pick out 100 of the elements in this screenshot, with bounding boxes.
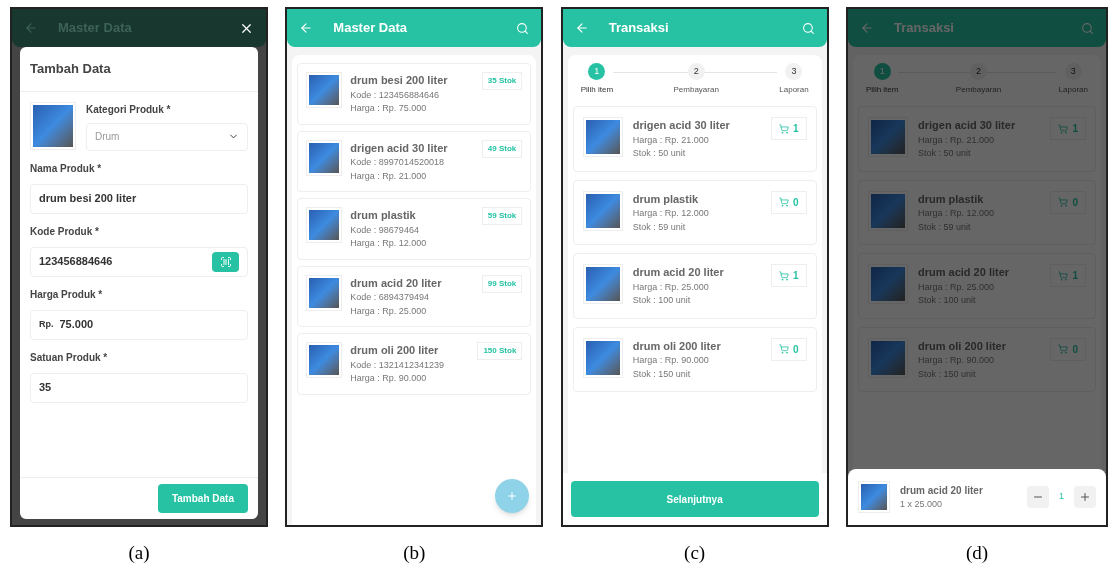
photo-placeholder [309,75,340,105]
photo-placeholder [309,142,340,173]
photo-placeholder [309,210,340,240]
cart-count-button[interactable]: 1 [771,117,807,140]
cart-count-button[interactable]: 1 [771,264,807,287]
product-code: Kode : 123456884646 [350,88,440,102]
cart-count-button[interactable]: 0 [771,190,807,214]
photo-placeholder [33,104,73,147]
field-value: 123456884646 [39,254,114,270]
back-icon[interactable] [574,21,589,35]
screen-title: Master Data [333,19,409,38]
step-label: Pembayaran [955,84,1002,96]
figure-caption: (d) [965,541,989,565]
input-field[interactable]: Rp. 75.000 [30,309,248,340]
item-price: Harga : Rp. 21.000 [632,133,710,147]
dialog-title: Tambah Data [20,47,258,92]
scan-button[interactable] [212,251,239,272]
item-card[interactable]: drum oli 200 liter Harga : Rp. 90.000 Stok : 150 unit 0 [572,326,817,392]
photo-placeholder [871,267,905,301]
currency-prefix: Rp. [39,317,54,331]
cart-count: 0 [793,342,799,357]
item-name: drum acid 20 liter [918,265,1011,280]
cart-count-button[interactable]: 0 [1050,190,1086,214]
increase-button[interactable] [1074,486,1096,508]
input-field[interactable]: 123456884646 [30,246,248,277]
item-stock: Stok : 150 unit [632,367,692,381]
item-price: Harga : Rp. 12.000 [632,207,710,220]
stock-badge: 59 Stok [481,207,523,225]
product-name: drigen acid 30 liter [350,140,449,156]
photo-placeholder [585,120,620,154]
product-name: drum oli 200 liter [350,343,440,358]
item-card[interactable]: drigen acid 30 liter Harga : Rp. 21.000 Stok : 50 unit 1 [572,106,817,172]
cart-icon [779,123,790,134]
photo-placeholder [861,484,887,510]
cart-count-button[interactable]: 0 [1050,337,1086,361]
figure-caption: (a) [128,541,150,565]
photo-placeholder [871,120,905,154]
cart-icon [1058,344,1069,354]
submit-button[interactable]: Tambah Data [157,484,248,513]
plus-icon [506,490,519,502]
product-card[interactable]: drigen acid 30 liter Kode : 8997014520018 Harga : Rp. 21.000 49 Stok [297,130,532,192]
product-card[interactable]: drum besi 200 liter Kode : 123456884646 Harga : Rp. 75.000 35 Stok [297,63,532,125]
cart-icon [779,344,790,354]
cart-count-button[interactable]: 1 [1050,117,1086,140]
stock-badge: 99 Stok [481,274,523,293]
photo-placeholder [871,193,905,228]
item-card[interactable]: drum plastik Harga : Rp. 12.000 Stok : 59 unit 0 [572,179,817,245]
search-icon[interactable] [801,21,815,35]
screen-title: Transaksi [894,19,955,38]
step-label: Laporan [779,84,809,96]
item-name: drum plastik [632,191,700,207]
product-card[interactable]: drum plastik Kode : 98679464 Harga : Rp. 12.000 59 Stok [297,198,532,260]
item-name: drum acid 20 liter [632,265,725,280]
item-name: drum oli 200 liter [632,338,722,354]
search-icon[interactable] [1081,21,1094,35]
product-price: Harga : Rp. 21.000 [350,169,428,183]
cart-count: 1 [793,269,799,283]
stock-badge: 35 Stok [481,72,523,90]
product-card[interactable]: drum oli 200 liter Kode : 1321412341239 Harga : Rp. 90.000 150 Stok [297,333,532,395]
product-price: Harga : Rp. 75.000 [350,102,428,115]
next-button[interactable]: Selanjutnya [570,481,819,517]
back-icon[interactable] [299,21,314,35]
screen-title: Transaksi [608,19,670,38]
cart-count-button[interactable]: 1 [1050,264,1086,287]
item-name: drigen acid 30 liter [632,118,731,133]
quantity-value: 1 [1058,490,1064,504]
category-dropdown[interactable]: Drum [86,122,248,151]
sheet-item-name: drum acid 20 liter [900,483,984,498]
cart-count: 0 [1072,195,1078,210]
figure-caption: (c) [684,541,706,565]
product-card[interactable]: drum acid 20 liter Kode : 6894379494 Harga : Rp. 25.000 99 Stok [297,265,532,327]
cart-icon [1058,270,1069,281]
search-icon[interactable] [516,21,530,35]
cart-icon [1058,123,1069,134]
product-code: Kode : 8997014520018 [350,156,445,169]
input-field[interactable]: 35 [30,372,248,403]
back-icon[interactable] [24,21,38,35]
step-label: Pilih item [580,84,614,96]
product-price: Harga : Rp. 90.000 [350,372,428,385]
item-card[interactable]: drum acid 20 liter Harga : Rp. 25.000 Stok : 100 unit 1 [572,253,817,319]
cart-icon [1058,197,1069,207]
dropdown-value: Drum [95,130,120,144]
cart-count: 1 [793,122,799,136]
decrease-button[interactable] [1026,486,1049,508]
photo-placeholder [585,193,620,228]
item-price: Harga : Rp. 90.000 [632,354,710,367]
input-field[interactable]: drum besi 200 liter [30,183,248,214]
figure-caption: (b) [403,541,426,565]
back-icon[interactable] [860,21,874,35]
cart-count: 0 [793,195,799,210]
photo-placeholder [309,277,340,308]
product-price: Harga : Rp. 12.000 [350,237,428,250]
stock-badge: 49 Stok [481,139,523,158]
cart-icon [779,270,790,281]
field-value: 35 [39,380,53,396]
item-price: Harga : Rp. 25.000 [632,280,710,294]
field-label: Satuan Produk * [30,350,109,365]
item-name: drigen acid 30 liter [918,118,1017,133]
cart-icon [779,197,790,207]
cart-count-button[interactable]: 0 [771,337,807,361]
